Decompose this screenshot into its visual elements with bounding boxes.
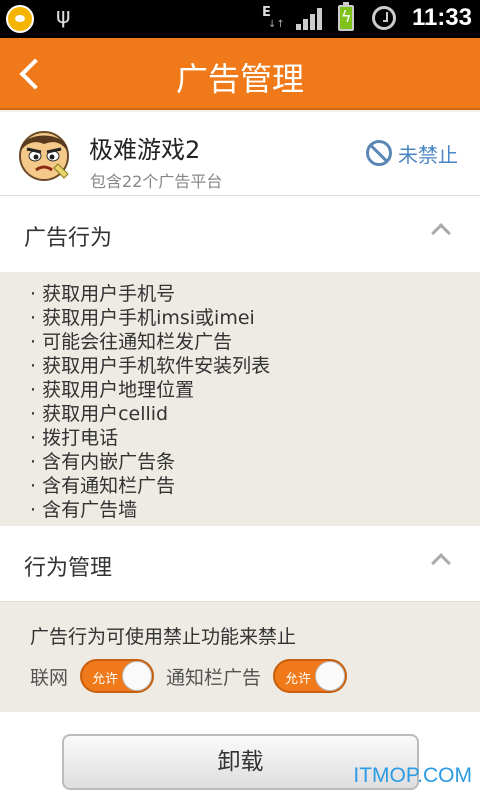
app-notification-icon [6,5,34,33]
block-status-label: 未禁止 [398,142,458,167]
toggle-knob [315,661,346,691]
ad-behavior-header[interactable]: 广告行为 [0,196,480,274]
battery-charging-icon: ϟ [338,2,354,31]
chevron-up-icon [431,553,451,573]
signal-icon [296,8,322,30]
watermark: ITMOP.COM [353,764,472,787]
toggle-row: 联网 允许 通知栏广告 允许 [30,658,359,694]
ad-behavior-list: · 获取用户手机号 · 获取用户手机imsi或imei · 可能会往通知栏发广告… [0,272,480,526]
ban-icon [366,140,392,166]
network-type: E [262,5,271,20]
block-status[interactable]: 未禁止 [366,138,458,168]
behavior-management-header[interactable]: 行为管理 [0,526,480,602]
status-time: 11:33 [411,4,472,31]
list-item: · 含有通知栏广告 [30,475,176,497]
notification-ad-toggle[interactable]: 允许 [273,659,348,693]
data-arrows-icon: ↓↑ [268,19,285,30]
page-title: 广告管理 [175,60,304,98]
list-item: · 获取用户手机软件安装列表 [30,355,271,377]
behavior-management-title: 行为管理 [24,556,113,581]
list-item: · 获取用户手机号 [30,283,176,305]
chevron-up-icon [431,223,451,243]
toggle-knob [122,661,153,691]
notification-ad-toggle-state: 允许 [285,672,312,687]
network-toggle-state: 允许 [92,672,119,687]
app-name: 极难游戏2 [89,136,201,164]
notification-ad-toggle-label: 通知栏广告 [166,666,262,689]
list-item: · 含有内嵌广告条 [30,451,176,473]
list-item: · 含有广告墙 [30,499,138,521]
title-bar: 广告管理 [0,38,480,110]
app-ad-platform-count: 包含22个广告平台 [90,172,223,191]
network-toggle-label: 联网 [30,666,69,689]
network-toggle[interactable]: 允许 [80,659,155,693]
list-item: · 获取用户地理位置 [30,379,195,401]
app-header: 极难游戏2 包含22个广告平台 未禁止 [0,112,480,196]
list-item: · 可能会往通知栏发广告 [30,331,233,353]
list-item: · 获取用户cellid [30,403,169,425]
app-face-icon [19,131,69,181]
behavior-management-description: 广告行为可使用禁止功能来禁止 [30,626,297,648]
behavior-management-body: 广告行为可使用禁止功能来禁止 联网 允许 通知栏广告 允许 [0,602,480,712]
status-bar: ψ E ↓↑ ϟ 11:33 [0,0,480,38]
ad-behavior-title: 广告行为 [24,226,113,251]
alarm-icon [372,6,396,30]
list-item: · 获取用户手机imsi或imei [30,307,255,329]
list-item: · 拨打电话 [30,427,119,449]
usb-icon: ψ [56,4,71,29]
